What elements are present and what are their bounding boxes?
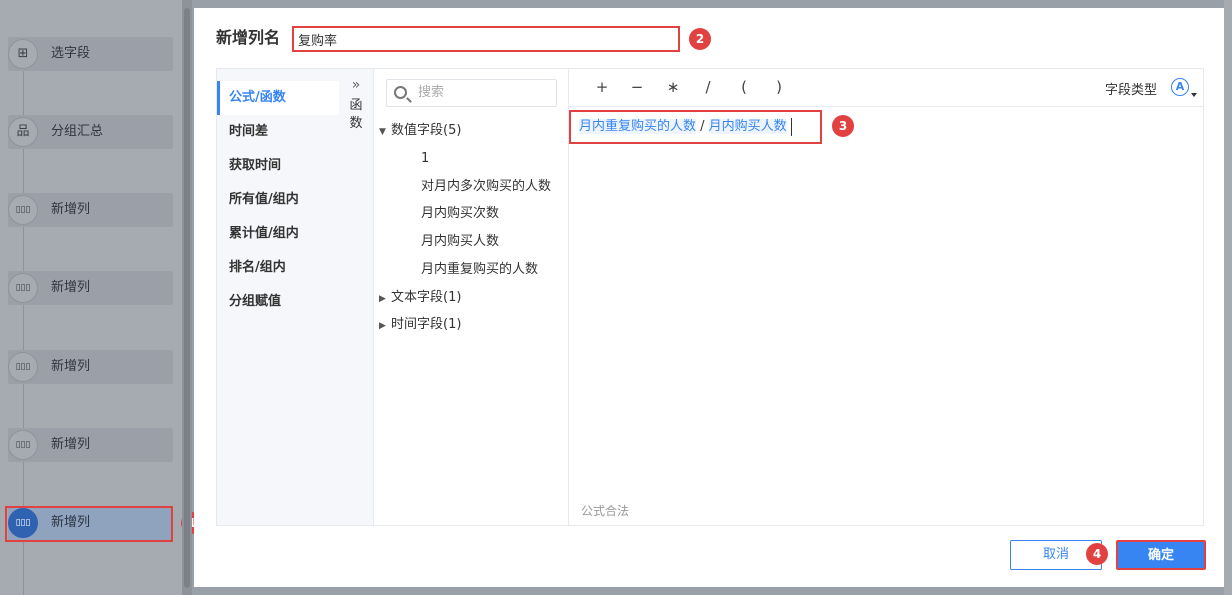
operator-close-paren-button[interactable]: ) (769, 77, 789, 97)
add-column-icon: ▯▯▯ (8, 273, 38, 303)
group-numeric-fields[interactable]: ▼ 数值字段(5) (379, 121, 461, 142)
caret-down-icon[interactable] (1191, 93, 1197, 97)
annotation-badge-2: 2 (689, 28, 711, 50)
category-cumulative-group[interactable]: 累计值/组内 (217, 217, 339, 251)
formula-token[interactable]: 月内购买人数 (708, 119, 787, 134)
category-formula-function[interactable]: 公式/函数 (217, 81, 339, 115)
field-tree: 搜索 ▼ 数值字段(5) 1 对月内多次购买的人数 月内购买次数 月内购买人数 月… (374, 69, 569, 525)
column-name-input[interactable] (292, 26, 680, 52)
double-chevron-right-icon[interactable]: » (339, 77, 373, 93)
operator-divide-button[interactable]: / (698, 77, 718, 97)
category-group-assign[interactable]: 分组赋值 (217, 285, 339, 319)
step-group-summary[interactable]: 品 分组汇总 (8, 115, 173, 149)
category-all-values-group[interactable]: 所有值/组内 (217, 183, 339, 217)
step-label: 分组汇总 (51, 124, 104, 139)
page-scrollbar[interactable] (1224, 0, 1232, 595)
step-label: 新增列 (51, 359, 91, 374)
step-add-column-1[interactable]: ▯▯▯ 新增列 (8, 193, 173, 227)
confirm-button[interactable]: 确定 (1116, 540, 1206, 570)
operator-toolbar: + − ∗ / ( ) 字段类型 A (569, 69, 1203, 107)
field-type-icon[interactable]: A (1171, 78, 1189, 96)
field-item[interactable]: 对月内多次购买的人数 (421, 177, 561, 197)
formula-input[interactable]: 月内重复购买的人数 / 月内购买人数 (569, 110, 822, 144)
category-time-diff[interactable]: 时间差 (217, 115, 339, 149)
highlight-box-step (5, 506, 173, 542)
step-add-column-4[interactable]: ▯▯▯ 新增列 (8, 428, 173, 462)
group-label: 数值字段(5) (391, 123, 462, 138)
step-select-fields[interactable]: ⊞ 选字段 (8, 37, 173, 71)
formula-token[interactable]: 月内重复购买的人数 (579, 119, 697, 134)
triangle-down-icon[interactable]: ▼ (379, 122, 391, 142)
group-label: 文本字段(1) (391, 290, 462, 305)
add-column-icon: ▯▯▯ (8, 352, 38, 382)
function-label: 函数 (349, 98, 363, 131)
sidebar-scrollbar[interactable] (182, 0, 192, 595)
function-category-list: 公式/函数 时间差 获取时间 所有值/组内 累计值/组内 排名/组内 分组赋值 (217, 69, 339, 525)
step-label: 新增列 (51, 437, 91, 452)
field-search[interactable]: 搜索 (386, 79, 557, 107)
step-label: 新增列 (51, 202, 91, 217)
operator-minus-button[interactable]: − (627, 77, 647, 97)
search-placeholder: 搜索 (418, 85, 445, 100)
step-add-column-3[interactable]: ▯▯▯ 新增列 (8, 350, 173, 384)
annotation-badge-4: 4 (1086, 543, 1108, 565)
field-type-label: 字段类型 (1104, 83, 1157, 98)
annotation-badge-3: 3 (832, 115, 854, 137)
step-label: 选字段 (51, 46, 91, 61)
triangle-right-icon[interactable]: ▶ (379, 289, 391, 309)
group-time-fields[interactable]: ▶ 时间字段(1) (379, 315, 461, 336)
category-get-time[interactable]: 获取时间 (217, 149, 339, 183)
field-select-icon: ⊞ (8, 39, 38, 69)
formula-panel: 公式/函数 时间差 获取时间 所有值/组内 累计值/组内 排名/组内 分组赋值 … (216, 68, 1204, 526)
function-panel-toggle[interactable]: » 函数 (339, 69, 374, 525)
formula-editor: + − ∗ / ( ) 字段类型 A 月内重复购买的人数 / 月内购买人数 3 … (569, 69, 1203, 525)
step-add-column-2[interactable]: ▯▯▯ 新增列 (8, 271, 173, 305)
field-item[interactable]: 1 (421, 149, 561, 169)
operator-open-paren-button[interactable]: ( (734, 77, 754, 97)
scrollbar-thumb[interactable] (184, 8, 190, 588)
add-column-icon: ▯▯▯ (8, 195, 38, 225)
formula-operator: / (696, 119, 709, 134)
search-icon (394, 86, 407, 99)
group-text-fields[interactable]: ▶ 文本字段(1) (379, 288, 461, 309)
text-cursor (790, 117, 792, 136)
add-column-dialog: 新增列名 2 公式/函数 时间差 获取时间 所有值/组内 累计值/组内 排名/组… (194, 8, 1224, 587)
operator-plus-button[interactable]: + (592, 77, 612, 97)
group-label: 时间字段(1) (391, 317, 462, 332)
triangle-right-icon[interactable]: ▶ (379, 316, 391, 336)
add-column-icon: ▯▯▯ (8, 430, 38, 460)
field-item[interactable]: 月内购买次数 (421, 204, 561, 224)
step-label: 新增列 (51, 280, 91, 295)
category-rank-group[interactable]: 排名/组内 (217, 251, 339, 285)
field-item[interactable]: 月内重复购买的人数 (421, 260, 561, 280)
step-sidebar: ⊞ 选字段 品 分组汇总 ▯▯▯ 新增列 ▯▯▯ 新增列 ▯▯▯ 新增列 ▯▯▯… (0, 0, 182, 595)
dialog-title: 新增列名 (216, 28, 281, 47)
formula-status: 公式合法 (581, 504, 630, 518)
operator-multiply-button[interactable]: ∗ (663, 77, 683, 97)
field-item[interactable]: 月内购买人数 (421, 232, 561, 252)
group-summary-icon: 品 (8, 117, 38, 147)
